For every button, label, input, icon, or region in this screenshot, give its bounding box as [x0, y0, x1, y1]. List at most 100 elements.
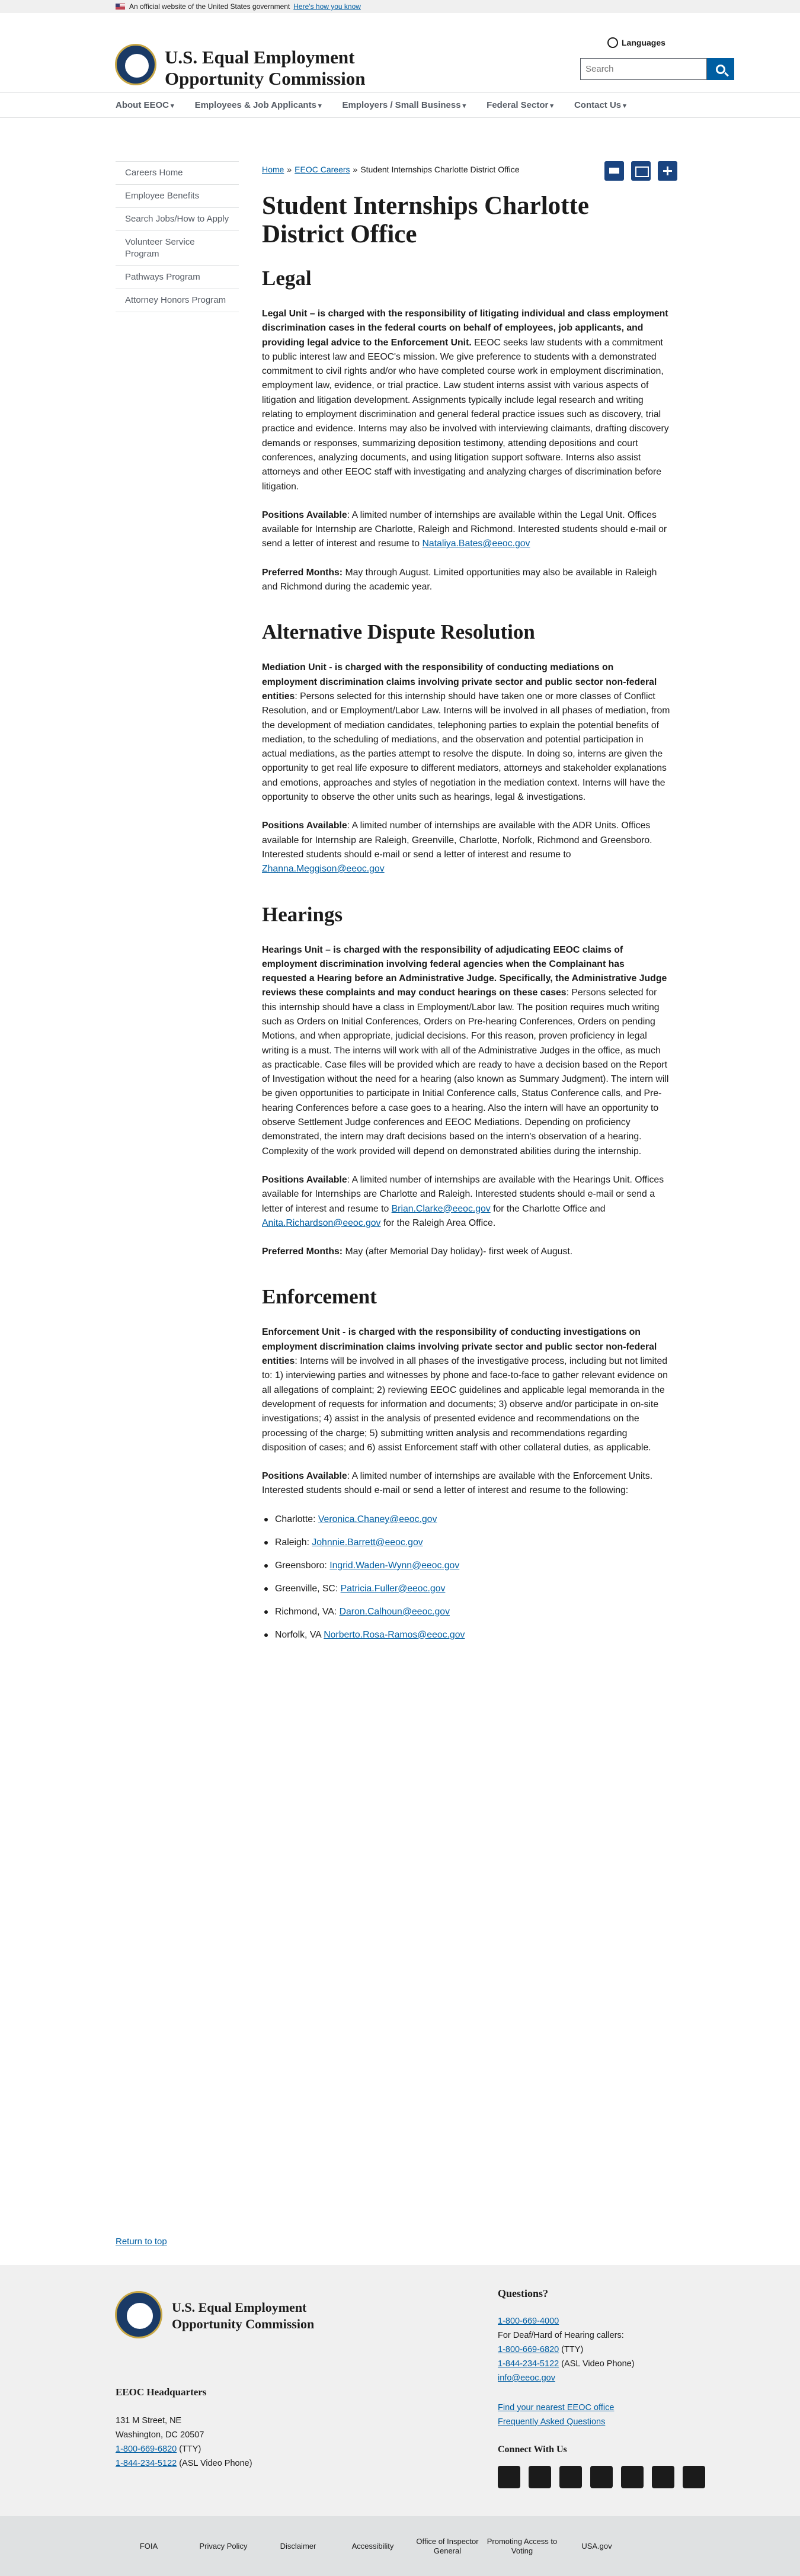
sidebar-item-pathways[interactable]: Pathways Program — [116, 265, 239, 289]
footer-link-usagov[interactable]: USA.gov — [559, 2542, 634, 2551]
page-title: Student Internships Charlotte District O… — [262, 192, 589, 248]
email-icon[interactable] — [498, 2466, 520, 2488]
youtube-icon[interactable] — [590, 2466, 613, 2488]
nav-employees[interactable]: Employees & Job Applicants — [195, 100, 322, 110]
questions-phone-link[interactable]: 1-800-669-4000 — [498, 2317, 559, 2326]
gov-banner: An official website of the United States… — [0, 0, 800, 13]
contact-email-link[interactable]: Patricia.Fuller@eeoc.gov — [341, 1584, 446, 1594]
hq-heading: EEOC Headquarters — [116, 2386, 207, 2398]
hearings-email-link-2[interactable]: Anita.Richardson@eeoc.gov — [262, 1218, 380, 1228]
sidebar-item-search-jobs[interactable]: Search Jobs/How to Apply — [116, 207, 239, 230]
languages-label: Languages — [622, 38, 665, 47]
footer-questions: Questions? 1-800-669-4000 For Deaf/Hard … — [498, 2287, 705, 2488]
sidebar-item-volunteer[interactable]: Volunteer Service Program — [116, 230, 239, 265]
hearings-positions: Positions Available: A limited number of… — [262, 1174, 664, 1228]
connect-heading: Connect With Us — [498, 2444, 567, 2455]
enforcement-heading: Enforcement — [262, 1285, 377, 1309]
main-nav: About EEOC Employees & Job Applicants Em… — [0, 93, 800, 118]
contact-email-link[interactable]: Daron.Calhoun@eeoc.gov — [340, 1607, 450, 1617]
legal-months: Preferred Months: May through August. Li… — [262, 567, 657, 592]
adr-email-link[interactable]: Zhanna.Meggison@eeoc.gov — [262, 864, 385, 874]
breadcrumb-home[interactable]: Home — [262, 165, 284, 174]
print-icon[interactable] — [604, 161, 624, 181]
search-input[interactable] — [580, 58, 707, 80]
site-header: U.S. Equal Employment Opportunity Commis… — [0, 13, 800, 93]
footer-seal-logo[interactable] — [115, 2291, 162, 2338]
sidebar-item-honors[interactable]: Attorney Honors Program — [116, 289, 239, 312]
site-title[interactable]: U.S. Equal Employment Opportunity Commis… — [165, 47, 402, 89]
search-icon — [716, 64, 725, 74]
banner-text: An official website of the United States… — [129, 2, 290, 11]
hearings-intro: Hearings Unit – is charged with the resp… — [262, 944, 669, 1156]
search-button[interactable] — [707, 58, 734, 80]
contact-email-link[interactable]: Norberto.Rosa-Ramos@eeoc.gov — [324, 1630, 465, 1640]
hearings-heading: Hearings — [262, 902, 343, 926]
us-flag-icon — [116, 3, 125, 10]
enforcement-contacts: Charlotte: Veronica.Chaney@eeoc.gov Rale… — [262, 1513, 671, 1642]
social-links — [498, 2466, 705, 2488]
eeoc-seal-logo[interactable] — [115, 44, 156, 85]
footer-headquarters: EEOC Headquarters 131 M Street, NE Washi… — [116, 2386, 252, 2468]
legal-positions: Positions Available: A limited number of… — [262, 510, 667, 549]
hq-address-1: 131 M Street, NE — [116, 2416, 182, 2426]
return-to-top-link[interactable]: Return to top — [116, 2237, 167, 2247]
nav-contact[interactable]: Contact Us — [574, 100, 626, 110]
hq-asl-link[interactable]: 1-844-234-5122 — [116, 2459, 177, 2468]
list-item: Richmond, VA: Daron.Calhoun@eeoc.gov — [262, 1605, 671, 1619]
list-item: Greensboro: Ingrid.Waden-Wynn@eeoc.gov — [262, 1559, 671, 1573]
contact-email-link[interactable]: Veronica.Chaney@eeoc.gov — [318, 1514, 437, 1524]
hq-tty-link[interactable]: 1-800-669-6820 — [116, 2444, 177, 2454]
enforcement-positions: Positions Available: A limited number of… — [262, 1471, 653, 1496]
contact-email-link[interactable]: Ingrid.Waden-Wynn@eeoc.gov — [329, 1561, 459, 1571]
breadcrumb-current: Student Internships Charlotte District O… — [360, 165, 520, 174]
breadcrumb-careers[interactable]: EEOC Careers — [295, 165, 350, 174]
sidebar-item-benefits[interactable]: Employee Benefits — [116, 184, 239, 207]
contact-email-link[interactable]: Johnnie.Barrett@eeoc.gov — [312, 1537, 423, 1547]
questions-email-link[interactable]: info@eeoc.gov — [498, 2373, 555, 2383]
hearings-months: Preferred Months: May (after Memorial Da… — [262, 1247, 573, 1257]
hearings-email-link-1[interactable]: Brian.Clarke@eeoc.gov — [392, 1204, 491, 1214]
enforcement-intro: Enforcement Unit - is charged with the r… — [262, 1327, 668, 1453]
adr-intro: Mediation Unit - is charged with the res… — [262, 662, 670, 803]
footer-link-privacy[interactable]: Privacy Policy — [186, 2542, 261, 2551]
list-item: Greenville, SC: Patricia.Fuller@eeoc.gov — [262, 1582, 671, 1596]
share-plus-icon[interactable] — [658, 161, 677, 181]
sub-footer: FOIA Privacy Policy Disclaimer Accessibi… — [0, 2516, 800, 2576]
nav-about[interactable]: About EEOC — [116, 100, 174, 110]
footer-link-oig[interactable]: Office of Inspector General — [410, 2537, 485, 2556]
find-office-link[interactable]: Find your nearest EEOC office — [498, 2403, 614, 2412]
nav-employers[interactable]: Employers / Small Business — [342, 100, 466, 110]
sidebar: Careers Home Employee Benefits Search Jo… — [116, 161, 239, 312]
nav-federal[interactable]: Federal Sector — [487, 100, 553, 110]
how-you-know-link[interactable]: Here's how you know — [293, 2, 361, 11]
twitter-icon[interactable] — [559, 2466, 582, 2488]
share-tools — [604, 161, 677, 181]
legal-email-link[interactable]: Nataliya.Bates@eeoc.gov — [422, 539, 530, 549]
footer-link-disclaimer[interactable]: Disclaimer — [261, 2542, 335, 2551]
faq-link[interactable]: Frequently Asked Questions — [498, 2417, 605, 2427]
footer-title: U.S. Equal Employment Opportunity Commis… — [172, 2300, 315, 2331]
legal-heading: Legal — [262, 267, 312, 290]
questions-tty-link[interactable]: 1-800-669-6820 — [498, 2345, 559, 2354]
facebook-icon[interactable] — [529, 2466, 551, 2488]
instagram-icon[interactable] — [652, 2466, 674, 2488]
questions-asl-link[interactable]: 1-844-234-5122 — [498, 2359, 559, 2369]
rss-icon[interactable] — [683, 2466, 705, 2488]
hq-address-2: Washington, DC 20507 — [116, 2430, 204, 2440]
questions-heading: Questions? — [498, 2287, 549, 2299]
footer-link-foia[interactable]: FOIA — [111, 2542, 186, 2551]
globe-icon — [607, 37, 618, 48]
languages-button[interactable]: Languages — [607, 37, 665, 48]
email-share-icon[interactable] — [631, 161, 651, 181]
linkedin-icon[interactable] — [621, 2466, 644, 2488]
sidebar-item-careers-home[interactable]: Careers Home — [116, 161, 239, 184]
list-item: Charlotte: Veronica.Chaney@eeoc.gov — [262, 1513, 671, 1527]
main-content: Home» EEOC Careers» Student Internships Ch… — [262, 161, 677, 1651]
deaf-label: For Deaf/Hard of Hearing callers: — [498, 2331, 624, 2340]
footer-link-voting[interactable]: Promoting Access to Voting — [485, 2537, 559, 2556]
footer-link-accessibility[interactable]: Accessibility — [335, 2542, 410, 2551]
adr-positions: Positions Available: A limited number of… — [262, 821, 652, 874]
list-item: Norfolk, VA Norberto.Rosa-Ramos@eeoc.gov — [262, 1628, 671, 1642]
legal-intro: Legal Unit – is charged with the respons… — [262, 309, 669, 492]
list-item: Raleigh: Johnnie.Barrett@eeoc.gov — [262, 1536, 671, 1550]
